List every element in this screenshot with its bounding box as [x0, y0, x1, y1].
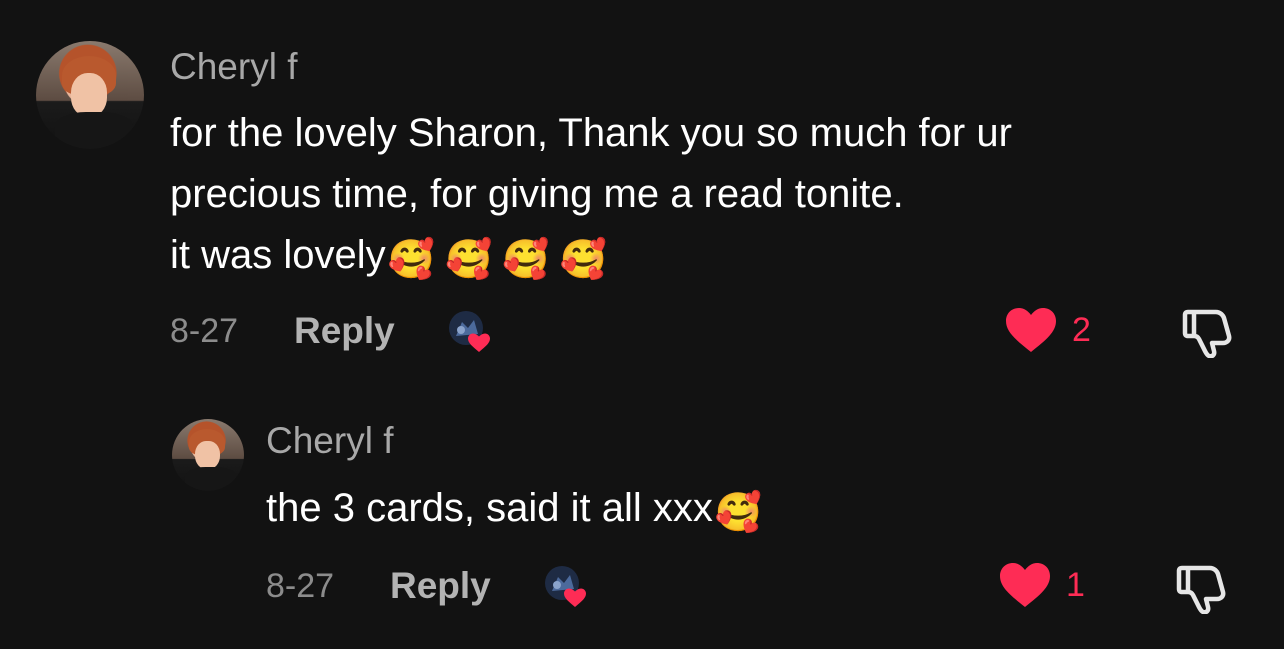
- avatar-shirt: [55, 112, 134, 149]
- smiling-face-with-hearts-emoji: 🥰: [714, 492, 763, 534]
- smiling-face-with-hearts-emoji: 🥰: [444, 239, 493, 281]
- comment-date: 8-27: [266, 567, 335, 605]
- heart-icon: [1000, 563, 1050, 607]
- creator-liked-badge-icon: [449, 311, 490, 352]
- comment-text-line: the 3 cards, said it all xxx🥰: [266, 478, 762, 539]
- reply-button[interactable]: Reply: [390, 565, 491, 607]
- heart-icon: [1006, 308, 1056, 352]
- avatar[interactable]: [36, 41, 144, 149]
- avatar-face: [195, 440, 220, 470]
- avatar-face: [70, 73, 108, 117]
- creator-liked-badge-icon: [545, 566, 586, 607]
- comment-text: it was lovely: [170, 233, 386, 277]
- comment-username[interactable]: Cheryl f: [170, 46, 297, 88]
- comment-text-line: it was lovely🥰 🥰 🥰 🥰: [170, 225, 607, 286]
- reply-button[interactable]: Reply: [294, 310, 395, 352]
- comment-date: 8-27: [170, 312, 239, 350]
- thumbs-down-icon[interactable]: [1182, 306, 1238, 358]
- like-button[interactable]: 1: [998, 561, 1085, 609]
- avatar-shirt: [184, 466, 237, 491]
- smiling-face-with-hearts-emoji: 🥰: [502, 239, 550, 281]
- comment-text: the 3 cards, said it all xxx: [266, 486, 713, 530]
- like-count: 2: [1072, 310, 1091, 349]
- smiling-face-with-hearts-emoji: 🥰: [559, 239, 607, 281]
- comment: Cheryl f for the lovely Sharon, Thank yo…: [0, 0, 1284, 380]
- thumbs-down-icon[interactable]: [1176, 562, 1232, 614]
- like-count: 1: [1066, 565, 1085, 604]
- reply-comment: Cheryl f the 3 cards, said it all xxx🥰 8…: [0, 380, 1284, 649]
- smiling-face-with-hearts-emoji: 🥰: [387, 239, 435, 281]
- avatar[interactable]: [172, 419, 244, 491]
- comment-text-line: precious time, for giving me a read toni…: [170, 172, 904, 216]
- like-button[interactable]: 2: [1004, 306, 1091, 354]
- comment-text-line: for the lovely Sharon, Thank you so much…: [170, 111, 1012, 155]
- comment-username[interactable]: Cheryl f: [266, 420, 393, 462]
